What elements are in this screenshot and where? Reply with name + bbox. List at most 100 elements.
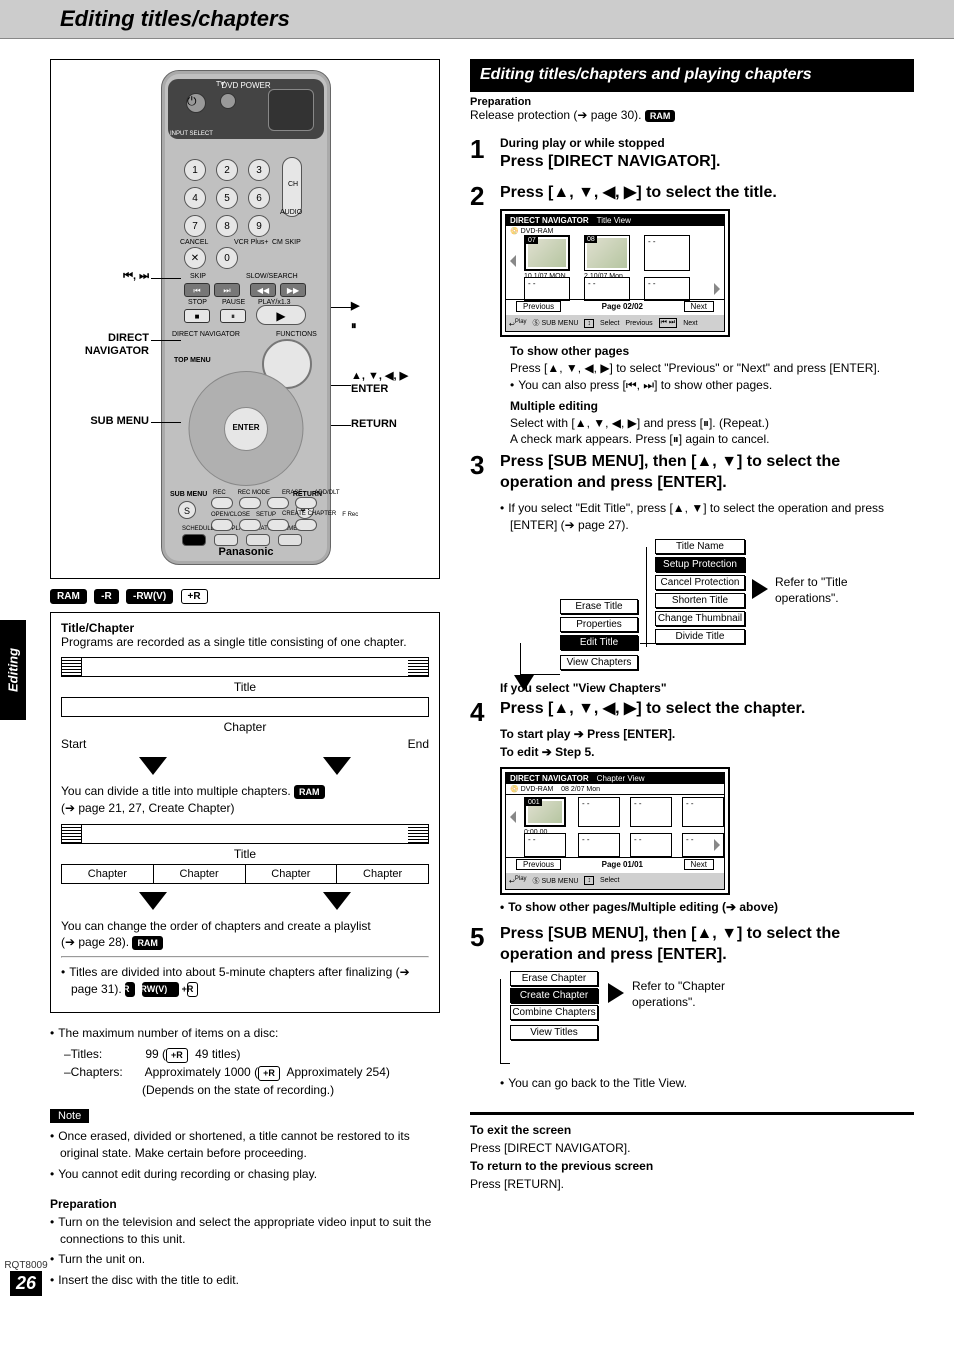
doc-id: RQT8009 [4, 1260, 48, 1271]
callout-arrows-enter: ▲, ▼, ◀, ▶ ENTER [351, 370, 441, 396]
tv-hints: To show other pages Press [▲, ▼, ◀, ▶] t… [510, 343, 914, 448]
page-number-box: RQT8009 26 [4, 1260, 48, 1296]
right-arrow-icon [752, 579, 768, 599]
mt-setup-protection: Setup Protection [655, 557, 745, 572]
page-number: 26 [10, 1271, 42, 1296]
ch-label: CH [288, 181, 298, 188]
left-tri2 [510, 811, 516, 823]
chapter-label: Chapter [61, 720, 429, 734]
ct-create: Create Chapter [510, 988, 598, 1003]
callout-skip: ⏮, ⏭ [59, 270, 149, 283]
line [151, 340, 181, 341]
timeslip-btn [278, 534, 302, 546]
hint1-bullet: You can also press [⏮, ⏭] to show other … [510, 377, 914, 394]
step1-main: Press [DIRECT NAVIGATOR]. [500, 152, 914, 173]
key-cancel: ✕ [184, 247, 206, 269]
hint1-body: Press [▲, ▼, ◀, ▶] to select "Previous" … [510, 360, 914, 377]
play-button: ▶ [256, 305, 306, 325]
step-2: 2 Press [▲, ▼, ◀, ▶] to select the title… [470, 183, 914, 449]
badge-pr: +R [187, 982, 199, 997]
key-7: 7 [184, 215, 206, 237]
ch-volume-pad [268, 89, 314, 131]
down-arrow-icon [323, 757, 351, 775]
tc-line1: Programs are recorded as a single title … [61, 635, 429, 649]
enter-label: ENTER [232, 423, 259, 432]
slow-search-label: SLOW/SEARCH [246, 273, 298, 280]
tvc-page: Page 01/01 [571, 860, 673, 869]
hint2-body: Select with [▲, ▼, ◀, ▶] and press [⏸]. … [510, 415, 914, 432]
mt-shorten-title: Shorten Title [655, 593, 745, 608]
exit-h2: To return to the previous screen [470, 1157, 914, 1175]
ct-line2 [500, 1063, 510, 1064]
callout-direct-nav: DIRECTNAVIGATOR [59, 332, 149, 358]
hint1-head: To show other pages [510, 343, 914, 360]
down-arrow-icon [323, 892, 351, 910]
key-0: 0 [216, 247, 238, 269]
diagram-1: Title Chapter Start End [61, 657, 429, 775]
badge-plus-r-inline: +R [166, 1048, 188, 1064]
key-5: 5 [216, 187, 238, 209]
step4-main: Press [▲, ▼, ◀, ▶] to select the chapter… [500, 699, 914, 720]
skip-label: SKIP [190, 273, 206, 280]
right-tri [714, 283, 720, 295]
thumb-empty4 [644, 277, 690, 301]
key-2: 2 [216, 159, 238, 181]
step2-main: Press [▲, ▼, ◀, ▶] to select the title. [500, 183, 914, 204]
ff-button: ▶▶ [280, 283, 306, 297]
tvc-prev: Previous [516, 859, 561, 870]
badge-plus-r: +R [181, 589, 208, 604]
note-2: You cannot edit during recording or chas… [50, 1166, 440, 1183]
max-items-intro: The maximum number of items on a disc: [50, 1025, 440, 1042]
schedule-btn [182, 534, 206, 546]
tv-power-button [220, 93, 236, 109]
top-menu-label: TOP MENU [174, 357, 211, 364]
rew-button: ◀◀ [250, 283, 276, 297]
exit-block: To exit the screen Press [DIRECT NAVIGAT… [470, 1112, 914, 1193]
title-label-2: Title [61, 847, 429, 861]
step-num-1: 1 [470, 136, 490, 162]
mt-view-chapters: View Chapters [560, 655, 638, 670]
badge-minus-rw: -RW(V) [126, 589, 173, 604]
badge-plus-r-inline2: +R [258, 1066, 280, 1082]
chap-seg: Chapter [246, 865, 338, 883]
end-label: End [408, 737, 429, 751]
key-3: 3 [248, 159, 270, 181]
section-title: Editing titles/chapters and playing chap… [470, 59, 914, 92]
key-6: 6 [248, 187, 270, 209]
tree-line [520, 643, 560, 675]
tvc-legend: ↩Play Ⓢ SUB MENU ↕Select [506, 873, 724, 889]
hint2-head: Multiple editing [510, 398, 914, 415]
callout-sub-menu: SUB MENU [59, 415, 149, 428]
exit-b2: Press [RETURN]. [470, 1175, 914, 1193]
divide-text: You can divide a title into multiple cha… [61, 783, 429, 815]
brand-label: Panasonic [162, 546, 330, 558]
pause-label: PAUSE [222, 299, 245, 306]
step3-bullet: If you select "Edit Title", press [▲, ▼]… [500, 500, 914, 534]
tv-header-r: Title View [597, 216, 631, 225]
step5-bullet: You can go back to the Title View. [500, 1075, 914, 1092]
direct-nav-label: DIRECT NAVIGATOR [172, 331, 240, 338]
tvc-disc: 📀 DVD-RAM 08 2/07 Mon [506, 784, 724, 795]
ch-empty [682, 797, 724, 827]
badge-ram-inline2: RAM [132, 936, 163, 950]
sub-menu-button: S [178, 501, 196, 519]
step1-small: During play or while stopped [500, 136, 914, 150]
tv-screen-chapter-view: DIRECT NAVIGATOR Chapter View 📀 DVD-RAM … [500, 767, 730, 895]
thumb-empty3 [584, 277, 630, 301]
step3-main: Press [SUB MENU], then [▲, ▼] to select … [500, 452, 914, 494]
tvc-header-r: Chapter View [597, 774, 645, 783]
ch-thumb-001: 001 [524, 797, 566, 827]
vcr-plus-label: VCR Plus+ [234, 239, 268, 246]
tv-prev: Previous [516, 301, 561, 312]
note-1: Once erased, divided or shortened, a tit… [50, 1128, 440, 1162]
tc-heading: Title/Chapter [61, 621, 429, 635]
skip-next-button: ⏭ [214, 283, 240, 297]
tv-header-l: DIRECT NAVIGATOR [510, 216, 589, 225]
ch-empty [630, 833, 672, 857]
ch-empty [578, 833, 620, 857]
finalize-text: Titles are divided into about 5-minute c… [61, 964, 429, 998]
status-btn [246, 534, 270, 546]
line [151, 422, 181, 423]
step5-main: Press [SUB MENU], then [▲, ▼] to select … [500, 924, 914, 966]
step-1: 1 During play or while stopped Press [DI… [470, 136, 914, 179]
